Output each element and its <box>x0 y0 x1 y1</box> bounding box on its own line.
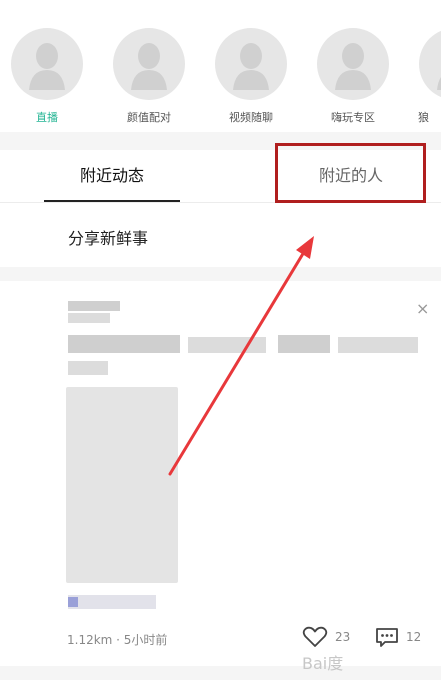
avatar <box>317 28 389 100</box>
quick-item-label: 颜值配对 <box>127 111 171 124</box>
quick-item-label: 嗨玩专区 <box>331 111 375 124</box>
tab-label: 附近动态 <box>79 166 144 185</box>
default-avatar-icon <box>335 43 371 90</box>
quick-item-live[interactable]: 直播 <box>6 28 88 125</box>
annotation-highlight-box <box>275 143 426 203</box>
blurred-text <box>188 337 266 353</box>
tab-nearby-feed[interactable]: 附近动态 <box>44 150 180 202</box>
quick-entry-row: 直播 颜值配对 视频随聊 嗨玩专区 狼 <box>0 14 441 132</box>
blurred-text <box>68 335 180 353</box>
post-image[interactable] <box>66 387 178 583</box>
default-avatar-icon <box>131 43 167 90</box>
close-icon[interactable]: × <box>416 301 429 317</box>
blurred-text <box>338 337 418 353</box>
avatar <box>419 28 441 100</box>
avatar <box>11 28 83 100</box>
like-button[interactable]: 23 <box>302 626 354 650</box>
share-new-label: 分享新鲜事 <box>68 229 149 248</box>
avatar <box>113 28 185 100</box>
default-avatar-icon <box>437 77 441 90</box>
active-tab-underline <box>44 200 180 202</box>
section-divider <box>0 267 441 281</box>
quick-item-label: 视频随聊 <box>229 111 273 124</box>
blurred-text <box>68 361 108 375</box>
top-strip <box>0 0 441 15</box>
section-divider <box>0 666 441 680</box>
blurred-username <box>68 313 110 323</box>
blurred-location-tag <box>68 595 156 609</box>
default-avatar-icon <box>233 43 269 90</box>
comment-button[interactable]: 12 <box>374 626 434 650</box>
quick-item-match[interactable]: 颜值配对 <box>108 28 190 125</box>
location-icon <box>68 597 78 607</box>
default-avatar-icon <box>29 43 65 90</box>
like-count: 23 <box>335 630 351 644</box>
blurred-username <box>68 301 120 311</box>
feed-post: × 1.12km · 5小时前 23 12 <box>0 281 441 666</box>
watermark-logo: Bai度 <box>302 654 344 673</box>
heart-icon <box>302 626 328 647</box>
comment-icon <box>376 628 398 647</box>
comment-count: 12 <box>406 630 422 644</box>
post-distance-time: 1.12km · 5小时前 <box>67 633 168 647</box>
quick-item-video-chat[interactable]: 视频随聊 <box>210 28 292 125</box>
share-row[interactable]: 分享新鲜事 <box>0 203 441 267</box>
quick-item-more[interactable]: 狼 <box>414 28 441 125</box>
quick-item-label: 直播 <box>36 111 58 124</box>
blurred-text <box>278 335 330 353</box>
quick-item-fun-zone[interactable]: 嗨玩专区 <box>312 28 394 125</box>
quick-item-label: 狼 <box>418 111 429 124</box>
next-post-top <box>0 680 441 700</box>
avatar <box>215 28 287 100</box>
